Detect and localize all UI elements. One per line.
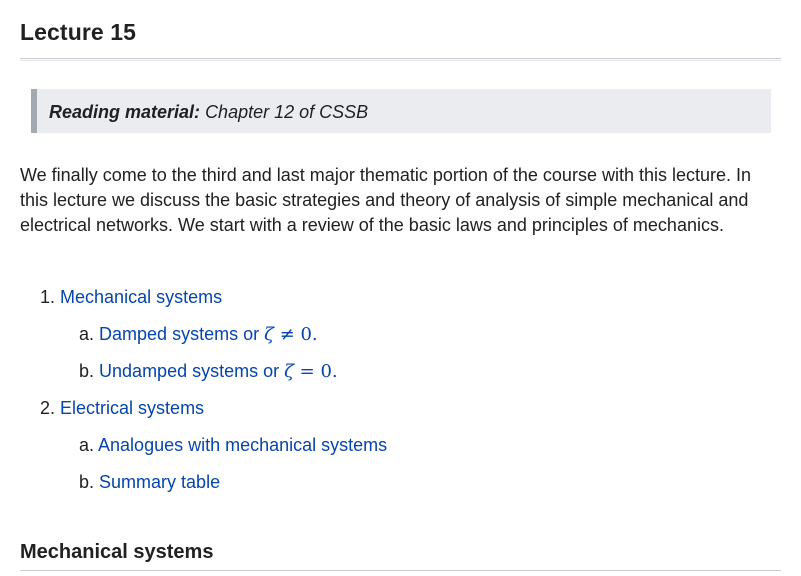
title-divider xyxy=(20,58,781,59)
list-marker: 1. xyxy=(40,287,56,307)
math-value: 0 xyxy=(320,361,332,382)
link-undamped-systems[interactable]: Undamped systems or ζ = 0. xyxy=(99,361,338,382)
intro-paragraph: We finally come to the third and last ma… xyxy=(20,165,752,235)
list-item: a. Analogues with mechanical systems xyxy=(79,433,387,457)
list-item: b. Undamped systems or ζ = 0. xyxy=(79,359,338,384)
section-heading: Mechanical systems xyxy=(20,541,214,563)
math-variable: ζ xyxy=(284,361,294,382)
page-title: Lecture 15 xyxy=(20,19,137,45)
list-item: 2. Electrical systems xyxy=(40,396,204,420)
math-value: 0 xyxy=(300,324,312,345)
callout-label: Reading material: xyxy=(49,102,201,122)
reading-material-callout: Reading material: Chapter 12 of CSSB xyxy=(31,89,771,133)
math-end: . xyxy=(331,361,338,382)
list-marker: b. xyxy=(79,472,95,492)
list-item: 1. Mechanical systems xyxy=(40,285,222,309)
list-marker: a. xyxy=(79,435,95,455)
list-marker: b. xyxy=(79,361,95,381)
link-text: Damped systems or xyxy=(99,324,260,344)
math-expression: ζ ≠ 0. xyxy=(264,324,318,345)
section-divider xyxy=(20,570,781,571)
math-variable: ζ xyxy=(264,324,274,345)
link-damped-systems[interactable]: Damped systems or ζ ≠ 0. xyxy=(99,324,318,345)
callout-content: Reading material: Chapter 12 of CSSB xyxy=(49,101,368,123)
math-relation: ≠ xyxy=(279,324,295,345)
link-summary-table[interactable]: Summary table xyxy=(99,472,220,492)
list-item: a. Damped systems or ζ ≠ 0. xyxy=(79,322,318,347)
link-mechanical-systems[interactable]: Mechanical systems xyxy=(60,287,222,307)
title-divider-secondary xyxy=(20,60,781,61)
math-expression: ζ = 0. xyxy=(284,361,338,382)
list-marker: 2. xyxy=(40,398,56,418)
math-end: . xyxy=(311,324,318,345)
list-item: b. Summary table xyxy=(79,470,220,494)
link-text: Undamped systems or xyxy=(99,361,280,381)
link-electrical-systems[interactable]: Electrical systems xyxy=(60,398,204,418)
list-marker: a. xyxy=(79,324,95,344)
math-relation: = xyxy=(299,361,315,382)
callout-text: Chapter 12 of CSSB xyxy=(205,102,369,122)
link-analogues-mechanical[interactable]: Analogues with mechanical systems xyxy=(98,435,387,455)
